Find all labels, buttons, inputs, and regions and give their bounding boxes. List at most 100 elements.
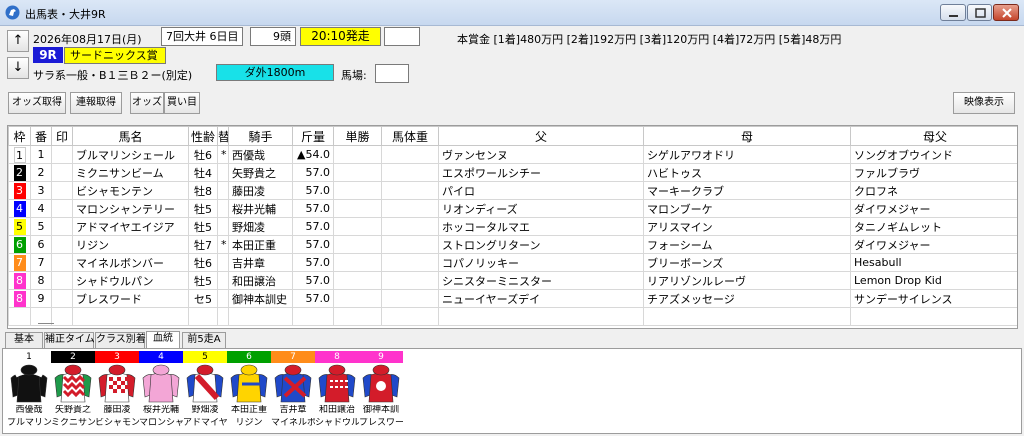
horse-number-cell: 1 — [30, 145, 52, 164]
silk-card[interactable]: 5 野畑凌アドマイヤエイジア — [183, 351, 227, 432]
col-weight[interactable]: 斤量 — [292, 126, 334, 146]
empty-cell — [217, 307, 229, 326]
horse-name-cell[interactable]: マイネルボンバー — [72, 253, 189, 272]
mark-cell[interactable] — [51, 145, 73, 164]
silk-card[interactable]: 3 藤田凌ビシャモンテン — [95, 351, 139, 432]
title-bar: 出馬表・大井9R — [0, 0, 1024, 26]
horse-name-cell[interactable]: リジン — [72, 235, 189, 254]
jockey-cell[interactable]: 御神本訓史 — [228, 289, 293, 308]
prev-race-button[interactable]: ↑ — [7, 30, 29, 52]
silk-card[interactable]: 8 和田譲治シャドウルパン — [315, 351, 359, 432]
mark-cell[interactable] — [51, 181, 73, 200]
jockey-cell[interactable]: 西優哉 — [228, 145, 293, 164]
table-row[interactable]: 5 5 アドマイヤエイジア 牡5 野畑凌 57.0 ホッコータルマエ アリスマイン タニノギムレ… — [8, 217, 1017, 236]
close-icon — [1002, 8, 1012, 18]
table-row[interactable]: 8 9 ブレスワード セ5 御神本訓史 57.0 ニューイヤーズデイ チアズメッセージ サンデー… — [8, 289, 1017, 308]
weight-cell: 57.0 — [292, 217, 334, 236]
mark-cell[interactable] — [51, 289, 73, 308]
table-row[interactable]: 4 4 マロンシャンテリー 牡5 桜井光輔 57.0 リオンディーズ マロンブーケ ダイワメジャ… — [8, 199, 1017, 218]
waku-cell: 6 — [8, 235, 31, 254]
win-odds-cell — [333, 199, 382, 218]
body-weight-cell — [381, 289, 439, 308]
horse-number-cell: 9 — [30, 289, 52, 308]
table-row[interactable]: 7 7 マイネルボンバー 牡6 吉井章 57.0 コパノリッキー ブリーボーンズ Hesabul… — [8, 253, 1017, 272]
horse-app-icon — [5, 5, 20, 20]
horse-name-cell[interactable]: マロンシャンテリー — [72, 199, 189, 218]
jockey-cell[interactable]: 和田譲治 — [228, 271, 293, 290]
jockey-cell[interactable]: 吉井章 — [228, 253, 293, 272]
change-cell — [217, 181, 229, 200]
silk-card[interactable]: 7 吉井章マイネルボンバー — [271, 351, 315, 432]
table-row[interactable]: 2 2 ミクニサンビーム 牡4 矢野貴之 57.0 エスポワールシチー ハビトゥス ファルブラヴ — [8, 163, 1017, 182]
close-button[interactable] — [993, 4, 1019, 21]
tab-last5-a[interactable]: 前5走A — [182, 332, 226, 348]
col-sire[interactable]: 父 — [438, 126, 644, 146]
dam-cell: マロンブーケ — [643, 199, 851, 218]
mark-cell[interactable] — [51, 235, 73, 254]
mark-cell[interactable] — [51, 253, 73, 272]
silk-card[interactable]: 4 桜井光輔マロンシャンテリー — [139, 351, 183, 432]
col-number[interactable]: 番 — [30, 126, 52, 146]
maximize-button[interactable] — [967, 4, 992, 21]
damsire-cell: タニノギムレット — [850, 217, 1017, 236]
tab-basic[interactable]: 基本 — [5, 332, 43, 348]
col-damsire[interactable]: 母父 — [850, 126, 1017, 146]
table-row[interactable]: 1 1 ブルマリンシェール 牡6 * 西優哉 ▲54.0 ヴァンセンヌ シゲルアワオドリ ソングオ… — [8, 145, 1017, 164]
weight-cell: 57.0 — [292, 163, 334, 182]
tab-class-finish[interactable]: クラス別着 — [95, 332, 146, 348]
empty-cell — [643, 307, 851, 326]
mark-cell[interactable] — [51, 217, 73, 236]
video-display-button[interactable]: 映像表示 — [953, 92, 1015, 114]
minimize-icon — [949, 15, 958, 17]
results-fetch-button[interactable]: 連報取得 — [70, 92, 122, 114]
col-mark[interactable]: 印 — [51, 126, 73, 146]
table-row[interactable]: 3 3 ビシャモンテン 牡8 藤田凌 57.0 パイロ マーキークラブ クロフネ — [8, 181, 1017, 200]
col-dam[interactable]: 母 — [643, 126, 851, 146]
odds-button[interactable]: オッズ — [130, 92, 164, 114]
mark-cell[interactable] — [51, 271, 73, 290]
horse-name-cell[interactable]: ブレスワード — [72, 289, 189, 308]
table-row[interactable]: 6 6 リジン 牡7 * 本田正重 57.0 ストロングリターン フォーシーム ダイワメジャー — [8, 235, 1017, 254]
silk-card[interactable]: 9 御神本訓ブレスワード — [359, 351, 403, 432]
jockey-cell[interactable]: 野畑凌 — [228, 217, 293, 236]
damsire-cell: Hesabull — [850, 253, 1017, 272]
next-race-button[interactable]: ↓ — [7, 57, 29, 79]
jockey-cell[interactable]: 矢野貴之 — [228, 163, 293, 182]
col-win-odds[interactable]: 単勝 — [333, 126, 382, 146]
silk-card[interactable]: 6 本田正重 リジン — [227, 351, 271, 432]
odds-fetch-button[interactable]: オッズ取得 — [8, 92, 66, 114]
tab-corrected-time[interactable]: 補正タイム — [44, 332, 95, 348]
meeting-info: 7回大井 6日目 — [161, 27, 243, 46]
col-horse-name[interactable]: 馬名 — [72, 126, 189, 146]
jockey-cell[interactable]: 本田正重 — [228, 235, 293, 254]
silk-card[interactable]: 1 西優哉ブルマリンシェール — [7, 351, 51, 432]
waku-cell: 8 — [8, 289, 31, 308]
bet-button[interactable]: 買い目 — [164, 92, 200, 114]
col-change[interactable]: 替 — [217, 126, 229, 146]
horse-name-cell[interactable]: アドマイヤエイジア — [72, 217, 189, 236]
mark-cell[interactable] — [51, 199, 73, 218]
table-header-row: 枠 番 印 馬名 性齢 替 騎手 斤量 単勝 馬体重 父 母 母父 — [8, 126, 1017, 146]
body-weight-cell — [381, 235, 439, 254]
dam-cell: リアリゾンルレーヴ — [643, 271, 851, 290]
waku-cell: 2 — [8, 163, 31, 182]
silk-card[interactable]: 2 矢野貴之ミクニサンビーム — [51, 351, 95, 432]
col-body-weight[interactable]: 馬体重 — [381, 126, 439, 146]
horse-name-cell[interactable]: シャドウルパン — [72, 271, 189, 290]
col-waku[interactable]: 枠 — [8, 126, 31, 146]
horse-name-cell[interactable]: ブルマリンシェール — [72, 145, 189, 164]
horse-name-cell[interactable]: ミクニサンビーム — [72, 163, 189, 182]
tab-pedigree[interactable]: 血統 — [146, 331, 180, 349]
minimize-button[interactable] — [940, 4, 966, 21]
jockey-cell[interactable]: 桜井光輔 — [228, 199, 293, 218]
jockey-cell[interactable]: 藤田凌 — [228, 181, 293, 200]
table-row[interactable]: 8 8 シャドウルパン 牡5 和田譲治 57.0 シニスターミニスター リアリゾンルレーヴ Le… — [8, 271, 1017, 290]
silk-number: 3 — [95, 351, 139, 363]
track-condition-field[interactable] — [375, 64, 409, 83]
entries-grid[interactable]: 枠 番 印 馬名 性齢 替 騎手 斤量 単勝 馬体重 父 母 母父 11 ブルマリ… — [7, 125, 1018, 329]
note-field[interactable] — [384, 27, 420, 46]
mark-cell[interactable] — [51, 163, 73, 182]
col-jockey[interactable]: 騎手 — [228, 126, 293, 146]
col-sex-age[interactable]: 性齢 — [188, 126, 218, 146]
horse-name-cell[interactable]: ビシャモンテン — [72, 181, 189, 200]
